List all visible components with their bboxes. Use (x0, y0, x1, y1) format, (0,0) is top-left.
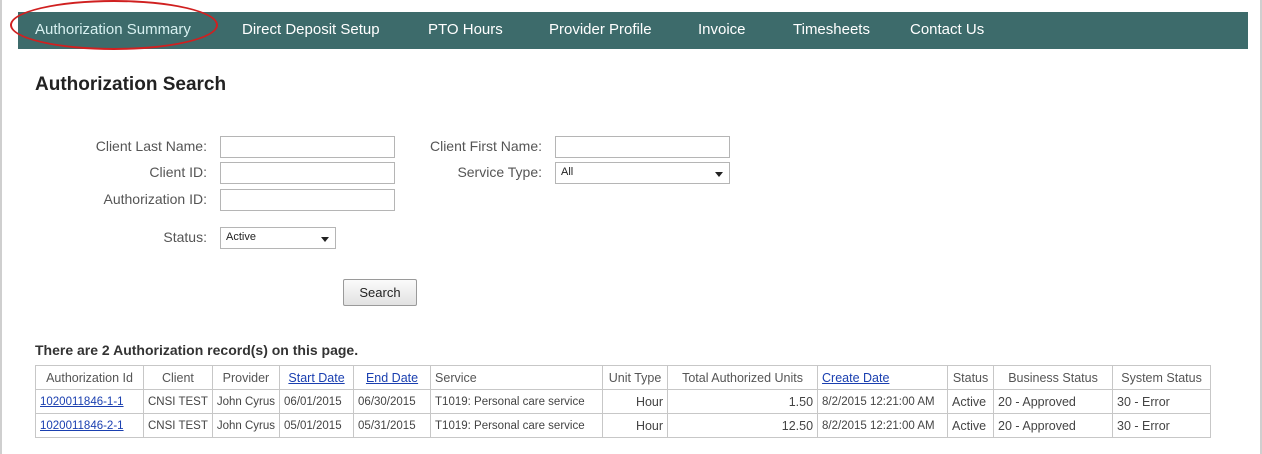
authorization-id-link[interactable]: 1020011846-1-1 (40, 396, 124, 408)
status-select[interactable]: Active (220, 227, 336, 249)
client-last-name-input[interactable] (220, 136, 395, 158)
col-header-business-status: Business Status (993, 365, 1114, 390)
authorization-id-input[interactable] (220, 189, 395, 211)
records-count-message: There are 2 Authorization record(s) on t… (35, 342, 359, 358)
page: Authorization Summary Direct Deposit Set… (0, 0, 1262, 454)
cell-start-date: 06/01/2015 (279, 389, 355, 414)
table-row: 1020011846-1-1 CNSI TEST John Cyrus 06/0… (35, 389, 1212, 414)
table-header-row: Authorization Id Client Provider Start D… (35, 365, 1212, 390)
col-header-end-date[interactable]: End Date (353, 365, 432, 390)
service-type-value: All (561, 166, 574, 178)
sort-create-date-link[interactable]: Create Date (822, 371, 889, 385)
search-button[interactable]: Search (343, 279, 417, 306)
status-value: Active (226, 231, 256, 243)
authorization-id-label: Authorization ID: (103, 191, 208, 207)
table-row: 1020011846-2-1 CNSI TEST John Cyrus 05/0… (35, 413, 1212, 438)
service-type-label: Service Type: (457, 164, 542, 180)
client-id-label: Client ID: (149, 164, 207, 180)
cell-business-status: 20 - Approved (993, 413, 1114, 438)
cell-unit-type: Hour (602, 389, 669, 414)
col-header-create-date[interactable]: Create Date (817, 365, 949, 390)
cell-status: Active (947, 389, 995, 414)
chevron-down-icon (715, 172, 723, 177)
cell-end-date: 06/30/2015 (353, 389, 432, 414)
cell-system-status: 30 - Error (1112, 389, 1212, 414)
cell-create-date: 8/2/2015 12:21:00 AM (817, 389, 949, 414)
col-header-total-units: Total Authorized Units (667, 365, 819, 390)
cell-service: T1019: Personal care service (430, 389, 604, 414)
cell-client: CNSI TEST (143, 413, 213, 438)
client-first-name-input[interactable] (555, 136, 730, 158)
cell-total-units: 12.50 (667, 413, 819, 438)
col-header-service: Service (430, 365, 604, 390)
col-header-provider: Provider (211, 365, 281, 390)
cell-status: Active (947, 413, 995, 438)
status-label: Status: (163, 229, 207, 245)
cell-unit-type: Hour (602, 413, 669, 438)
cell-total-units: 1.50 (667, 389, 819, 414)
top-nav: Authorization Summary Direct Deposit Set… (18, 12, 1248, 49)
cell-provider: John Cyrus (211, 413, 281, 438)
cell-service: T1019: Personal care service (430, 413, 604, 438)
cell-provider: John Cyrus (211, 389, 281, 414)
client-last-name-label: Client Last Name: (95, 138, 207, 154)
cell-authorization-id[interactable]: 1020011846-2-1 (35, 413, 144, 438)
client-id-input[interactable] (220, 162, 395, 184)
cell-create-date: 8/2/2015 12:21:00 AM (817, 413, 949, 438)
col-header-start-date[interactable]: Start Date (279, 365, 355, 390)
authorization-results-table: Authorization Id Client Provider Start D… (35, 365, 1212, 438)
nav-provider-profile[interactable]: Provider Profile (549, 21, 652, 38)
page-title: Authorization Search (35, 74, 227, 95)
nav-direct-deposit-setup[interactable]: Direct Deposit Setup (242, 21, 380, 38)
client-first-name-label: Client First Name: (429, 138, 542, 154)
cell-end-date: 05/31/2015 (353, 413, 432, 438)
col-header-status: Status (947, 365, 995, 390)
sort-start-date-link[interactable]: Start Date (288, 371, 344, 385)
col-header-system-status: System Status (1112, 365, 1212, 390)
chevron-down-icon (321, 237, 329, 242)
cell-client: CNSI TEST (143, 389, 213, 414)
cell-system-status: 30 - Error (1112, 413, 1212, 438)
authorization-id-link[interactable]: 1020011846-2-1 (40, 420, 124, 432)
nav-pto-hours[interactable]: PTO Hours (428, 21, 503, 38)
nav-contact-us[interactable]: Contact Us (910, 21, 984, 38)
cell-start-date: 05/01/2015 (279, 413, 355, 438)
nav-invoice[interactable]: Invoice (698, 21, 746, 38)
sort-end-date-link[interactable]: End Date (366, 371, 418, 385)
nav-authorization-summary[interactable]: Authorization Summary (35, 21, 191, 38)
service-type-select[interactable]: All (555, 162, 730, 184)
col-header-client: Client (143, 365, 213, 390)
nav-timesheets[interactable]: Timesheets (793, 21, 870, 38)
cell-authorization-id[interactable]: 1020011846-1-1 (35, 389, 144, 414)
col-header-unit-type: Unit Type (602, 365, 669, 390)
col-header-authorization-id: Authorization Id (35, 365, 144, 390)
cell-business-status: 20 - Approved (993, 389, 1114, 414)
